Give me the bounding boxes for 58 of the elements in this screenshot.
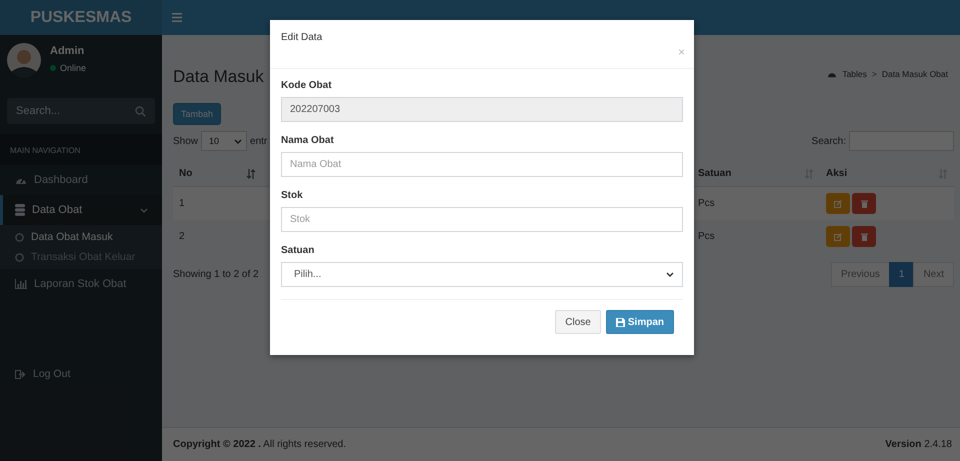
modal-title: Edit Data: [281, 32, 322, 45]
dashboard-icon: [827, 70, 838, 78]
circle-icon: [15, 252, 24, 262]
select-field[interactable]: Pilih...: [281, 262, 683, 287]
chevron-icon: [666, 272, 674, 277]
delete-button[interactable]: [852, 193, 876, 214]
avatar-icon: [7, 43, 41, 77]
version-label: Version: [885, 439, 922, 450]
entries-select[interactable]: 10: [201, 131, 248, 151]
chevron-icon: [234, 138, 242, 144]
input-field[interactable]: Nama Obat: [281, 152, 683, 177]
edit-icon: [834, 232, 842, 240]
version-number: 2.4.18: [924, 439, 952, 450]
show-label: Show: [173, 136, 198, 146]
field-label: Stok: [281, 190, 304, 201]
copyright-text: Copyright © 2022 . All rights reserved.: [173, 439, 346, 450]
entries-label: entr: [250, 136, 268, 146]
field-label: Nama Obat: [281, 135, 335, 146]
brand-logo[interactable]: PUSKESMAS: [0, 0, 162, 35]
column-header[interactable]: Aksi: [820, 161, 954, 186]
close-button[interactable]: Close: [555, 310, 601, 334]
edit-button[interactable]: [826, 226, 850, 247]
bar-chart-icon: [15, 279, 27, 289]
table-cell: 1: [179, 198, 185, 209]
input-field[interactable]: Stok: [281, 207, 683, 232]
trash-icon: [860, 232, 868, 240]
field-label: Satuan: [281, 245, 316, 256]
delete-button[interactable]: [852, 226, 876, 247]
trash-icon: [860, 200, 868, 208]
page-title: Data Masuk: [173, 67, 264, 87]
table-cell: Pcs: [698, 231, 715, 242]
sign-out-icon: [15, 370, 26, 378]
edit-icon: [834, 200, 842, 208]
pagination-button[interactable]: 1: [888, 262, 914, 287]
circle-icon: [15, 232, 24, 242]
column-header[interactable]: No: [173, 161, 262, 186]
edit-button[interactable]: [826, 193, 850, 214]
breadcrumb-separator: >: [872, 69, 877, 79]
table-info: Showing 1 to 2 of 2: [173, 269, 259, 280]
table-cell: 2: [179, 231, 185, 242]
nav-header: MAIN NAVIGATION: [0, 134, 162, 165]
column-header[interactable]: Satuan: [692, 161, 820, 186]
menu-icon[interactable]: [172, 13, 182, 22]
chevron-icon: [140, 208, 148, 212]
field-label: Kode Obat: [281, 80, 333, 91]
user-name: Admin: [50, 45, 86, 57]
breadcrumb-current: Data Masuk Obat: [882, 69, 948, 79]
nav-subitem[interactable]: Data Obat Masuk: [0, 227, 162, 247]
sort-icon[interactable]: [246, 168, 256, 178]
user-status: Online: [50, 63, 86, 73]
save-button[interactable]: Simpan: [606, 310, 674, 334]
add-button[interactable]: Tambah: [173, 103, 222, 125]
table-cell: Pcs: [698, 198, 715, 209]
database-icon: [15, 204, 25, 216]
search-label: Search:: [812, 136, 846, 146]
breadcrumb-link[interactable]: Tables: [842, 69, 867, 79]
search-icon[interactable]: [135, 106, 146, 117]
close-button[interactable]: ×: [678, 45, 685, 59]
